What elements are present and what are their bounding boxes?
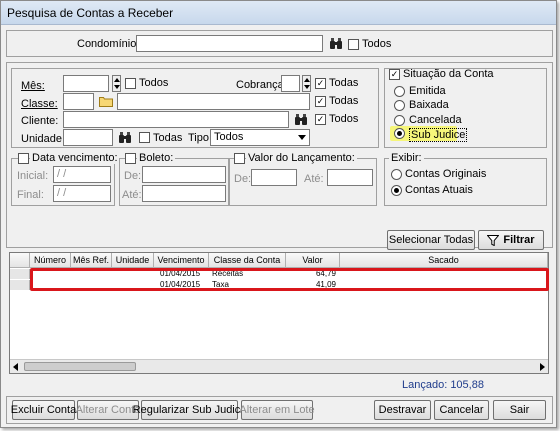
lancado-total: Lançado: 105,88 [402, 379, 484, 391]
alterar-em-lote-button[interactable]: Alterar em Lote [239, 400, 315, 420]
selection-annotation-box [30, 268, 549, 291]
cancelar-button[interactable]: Cancelar [434, 400, 489, 420]
cliente-label: Cliente: [21, 115, 59, 127]
scroll-right-icon[interactable] [540, 363, 545, 371]
classe-label: Classe: [21, 98, 58, 110]
valor-de-label: De: [234, 173, 252, 185]
situacao-baixada-label: Baixada [409, 99, 449, 111]
sair-button[interactable]: Sair [493, 400, 546, 420]
valor-de-input[interactable] [251, 169, 297, 186]
situacao-cancelada-label: Cancelada [409, 114, 462, 126]
situacao-baixada-radio[interactable] [394, 100, 405, 111]
mes-todos-label: Todos [139, 77, 169, 89]
mes-todos-checkbox[interactable] [125, 78, 136, 89]
alterar-conta-button[interactable]: Alterar Conta [76, 400, 140, 420]
classe-todas-label: Todas [329, 95, 359, 107]
cobranca-todas-label: Todas [329, 77, 359, 89]
cobranca-todas-checkbox[interactable]: ✓ [315, 78, 326, 89]
data-vencimento-title: Data vencimento: [30, 152, 120, 164]
destravar-button[interactable]: Destravar [374, 400, 431, 420]
valor-lancamento-title: Valor do Lançamento: [246, 152, 357, 164]
situacao-emitida-label: Emitida [409, 85, 446, 97]
boleto-ate-label: Até: [122, 189, 142, 201]
condominio-todos-label: Todos [362, 38, 392, 50]
mes-input[interactable] [63, 75, 109, 92]
data-vencimento-checkbox[interactable] [18, 153, 29, 164]
cobranca-spinner[interactable] [302, 75, 311, 92]
exibir-title: Exibir: [389, 152, 424, 164]
row-indicator [10, 269, 30, 279]
valor-ate-input[interactable] [327, 169, 373, 186]
condominio-label: Condomínio: [77, 38, 140, 50]
exibir-group [384, 158, 547, 206]
folder-icon[interactable] [97, 93, 115, 110]
chevron-down-icon [298, 135, 306, 140]
cobranca-input[interactable] [281, 75, 300, 92]
binoculars-icon[interactable] [116, 129, 134, 146]
binoculars-icon[interactable] [327, 35, 345, 52]
final-label: Final: [17, 189, 44, 201]
results-grid[interactable]: Número Mês Ref. Unidade Vencimento Class… [9, 252, 549, 374]
cliente-input[interactable] [63, 111, 289, 128]
tipo-label: Tipo: [188, 132, 213, 144]
boleto-ate-input[interactable] [142, 185, 226, 202]
cliente-todos-label: Todos [329, 113, 359, 125]
window-title: Pesquisa de Contas a Receber [7, 6, 174, 20]
valor-lancamento-checkbox[interactable] [234, 153, 245, 164]
column-header-mes-ref[interactable]: Mês Ref. [71, 253, 112, 268]
excluir-conta-button[interactable]: Excluir Conta [11, 400, 76, 420]
exibir-contas-originais-label: Contas Originais [405, 168, 487, 180]
unidade-label: Unidade: [21, 133, 66, 145]
boleto-checkbox[interactable] [125, 153, 136, 164]
situacao-emitida-radio[interactable] [394, 86, 405, 97]
row-indicator [10, 280, 30, 290]
mes-spinner[interactable] [112, 75, 121, 92]
data-final-input[interactable]: / / [53, 185, 111, 202]
exibir-contas-atuais-label: Contas Atuais [405, 184, 473, 196]
tipo-select[interactable]: Todos [210, 129, 310, 146]
cobranca-label: Cobrança: [236, 79, 287, 91]
unidade-todas-label: Todas [153, 132, 183, 144]
binoculars-icon[interactable] [292, 111, 310, 128]
filtrar-button[interactable]: Filtrar [478, 230, 544, 250]
exibir-contas-originais-radio[interactable] [391, 169, 402, 180]
inicial-label: Inicial: [17, 170, 49, 182]
regularizar-sub-judice-button[interactable]: Regularizar Sub Judice [133, 400, 246, 420]
exibir-contas-atuais-radio[interactable] [391, 185, 402, 196]
column-header-unidade[interactable]: Unidade [112, 253, 154, 268]
classe-description-input[interactable] [117, 93, 310, 110]
horizontal-scrollbar[interactable] [10, 359, 548, 373]
situacao-sub-judice-label: Sub Judice [409, 128, 468, 142]
column-header-classe[interactable]: Classe da Conta [209, 253, 286, 268]
unidade-todas-checkbox[interactable] [139, 132, 150, 143]
row-indicator-header [10, 253, 30, 268]
classe-code-input[interactable] [63, 93, 94, 110]
situacao-checkbox[interactable]: ✓ [389, 69, 400, 80]
classe-todas-checkbox[interactable]: ✓ [315, 96, 326, 107]
condominio-todos-checkbox[interactable] [348, 39, 359, 50]
situacao-title: Situação da Conta [403, 68, 494, 80]
situacao-cancelada-radio[interactable] [394, 115, 405, 126]
situacao-sub-judice-radio[interactable] [394, 128, 405, 139]
column-header-vencimento[interactable]: Vencimento [154, 253, 209, 268]
valor-ate-label: Até: [304, 173, 324, 185]
unidade-input[interactable] [63, 129, 113, 146]
cliente-todos-checkbox[interactable]: ✓ [315, 114, 326, 125]
boleto-de-input[interactable] [142, 166, 226, 183]
funnel-icon [487, 234, 500, 246]
scroll-thumb[interactable] [24, 362, 136, 371]
boleto-title: Boleto: [137, 152, 176, 164]
title-bar: Pesquisa de Contas a Receber [1, 1, 556, 25]
column-header-valor[interactable]: Valor [286, 253, 340, 268]
selecionar-todas-button[interactable]: Selecionar Todas [387, 230, 475, 250]
boleto-de-label: De: [124, 170, 142, 182]
scroll-left-icon[interactable] [13, 363, 18, 371]
dialog-window: Pesquisa de Contas a Receber Condomínio:… [0, 0, 557, 428]
data-inicial-input[interactable]: / / [53, 166, 111, 183]
column-header-sacado[interactable]: Sacado [340, 253, 548, 268]
column-header-numero[interactable]: Número [30, 253, 71, 268]
mes-label: Mês: [21, 80, 45, 92]
condominio-input[interactable] [136, 35, 323, 52]
